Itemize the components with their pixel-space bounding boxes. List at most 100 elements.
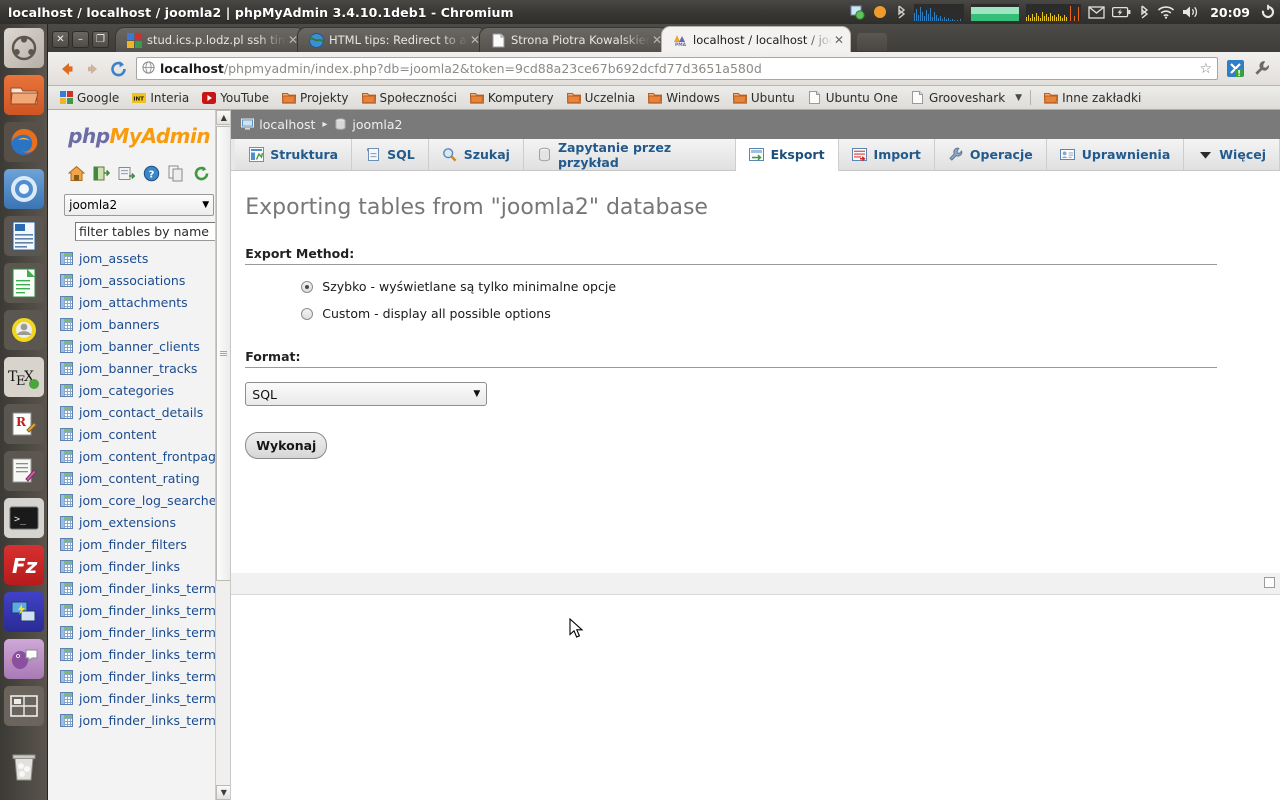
volume-indicator[interactable]: [1182, 0, 1200, 24]
table-list-item[interactable]: jom_assets: [60, 247, 230, 269]
table-list-item[interactable]: jom_finder_links_terms6: [60, 709, 230, 731]
export-method-option-custom[interactable]: Custom - display all possible options: [301, 306, 1256, 321]
tab-wiecej[interactable]: Więcej: [1184, 139, 1280, 170]
table-list-item[interactable]: jom_content_rating: [60, 467, 230, 489]
tab-eksport[interactable]: Eksport: [735, 139, 839, 171]
page-info-icon[interactable]: [142, 60, 155, 77]
radio-quick[interactable]: [301, 280, 314, 293]
bookmark-projekty[interactable]: Projekty: [277, 90, 354, 106]
close-tab-icon[interactable]: ✕: [832, 33, 846, 47]
phpmyadmin-logo[interactable]: phpMyAdmin: [48, 110, 230, 150]
terminal-icon[interactable]: >_: [3, 498, 44, 538]
chromium-icon[interactable]: [3, 169, 44, 209]
table-list-item[interactable]: jom_finder_links_terms3: [60, 643, 230, 665]
table-list-item[interactable]: jom_finder_links_terms1: [60, 599, 230, 621]
files-icon[interactable]: [3, 75, 44, 115]
minimize-window-button[interactable]: –: [72, 31, 89, 48]
browser-tab-0[interactable]: stud.ics.p.lodz.pl ssh timeo ✕: [115, 27, 305, 52]
bookmark-uczelnia[interactable]: Uczelnia: [562, 90, 641, 106]
reload-button[interactable]: [106, 56, 132, 82]
bookmark-windows[interactable]: Windows: [643, 90, 725, 106]
browser-tab-1[interactable]: HTML tips: Redirect to a n ✕: [297, 27, 487, 52]
table-list-item[interactable]: jom_attachments: [60, 291, 230, 313]
table-list-item[interactable]: jom_banner_clients: [60, 335, 230, 357]
table-list-item[interactable]: jom_extensions: [60, 511, 230, 533]
table-list-item[interactable]: jom_finder_links_terms0: [60, 577, 230, 599]
forward-button[interactable]: [80, 56, 106, 82]
firefox-icon[interactable]: [3, 122, 44, 162]
breadcrumb-database[interactable]: joomla2: [352, 117, 402, 132]
table-list-item[interactable]: jom_finder_links_terms4: [60, 665, 230, 687]
table-list-item[interactable]: jom_finder_links_terms2: [60, 621, 230, 643]
remote-desktop-icon[interactable]: [3, 592, 44, 632]
brightness-indicator[interactable]: [872, 0, 888, 24]
table-list-item[interactable]: jom_categories: [60, 379, 230, 401]
browser-tab-3[interactable]: PMA localhost / localhost / joom ✕: [661, 26, 851, 52]
sync-indicator[interactable]: [849, 0, 865, 24]
table-list-item[interactable]: jom_banner_tracks: [60, 357, 230, 379]
wifi-indicator[interactable]: [1157, 0, 1175, 24]
home-icon[interactable]: [68, 164, 86, 182]
table-list-item[interactable]: jom_finder_links_terms5: [60, 687, 230, 709]
table-list-item[interactable]: jom_banners: [60, 313, 230, 335]
session-indicator[interactable]: [1260, 0, 1276, 24]
help-icon[interactable]: ?: [143, 164, 161, 182]
libreoffice-writer-icon[interactable]: [3, 216, 44, 256]
libreoffice-calc-icon[interactable]: [3, 263, 44, 303]
bookmark-interia[interactable]: INT Interia: [127, 90, 194, 106]
pidgin-icon[interactable]: [3, 639, 44, 679]
wrench-menu-icon[interactable]: [1248, 56, 1274, 82]
navigation-scrollbar[interactable]: ▲ ▼: [215, 110, 231, 800]
workspace-switcher-icon[interactable]: [3, 686, 44, 726]
bookmark-ubuntu-one[interactable]: Ubuntu One: [803, 90, 903, 106]
tab-uprawnienia[interactable]: Uprawnienia: [1046, 139, 1185, 170]
go-button[interactable]: Wykonaj: [245, 432, 328, 459]
new-tab-button[interactable]: [857, 33, 887, 51]
radio-custom[interactable]: [301, 307, 314, 320]
bookmark-other-bookmarks[interactable]: Inne zakładki: [1039, 90, 1146, 106]
cpu-graph-indicator[interactable]: [1026, 0, 1082, 24]
notes-icon[interactable]: R: [3, 404, 44, 444]
messaging-indicator[interactable]: [1088, 0, 1105, 24]
bookmark-star-icon[interactable]: ☆: [1199, 61, 1212, 77]
back-button[interactable]: [54, 56, 80, 82]
database-select[interactable]: joomla2 ▼: [64, 194, 215, 216]
ubuntu-software-center-icon[interactable]: [3, 310, 44, 350]
table-list-item[interactable]: jom_content_frontpage: [60, 445, 230, 467]
ubuntu-dash-icon[interactable]: [3, 28, 44, 68]
tab-sql[interactable]: SQL: [352, 139, 429, 170]
table-list-item[interactable]: jom_core_log_searches: [60, 489, 230, 511]
extension-icon[interactable]: !: [1222, 56, 1248, 82]
clock[interactable]: 20:09: [1207, 5, 1253, 20]
tab-import[interactable]: Import: [838, 139, 935, 170]
bookmark-ubuntu[interactable]: Ubuntu: [728, 90, 800, 106]
bookmark-spolecznosci[interactable]: Społeczności: [357, 90, 462, 106]
trash-icon[interactable]: [4, 747, 44, 787]
table-filter-input[interactable]: filter tables by name: [75, 222, 216, 241]
filezilla-icon[interactable]: Fz: [3, 545, 44, 585]
address-bar[interactable]: localhost/phpmyadmin/index.php?db=joomla…: [136, 57, 1218, 80]
table-list-item[interactable]: jom_content: [60, 423, 230, 445]
battery-indicator[interactable]: [1112, 0, 1131, 24]
memory-graph-indicator[interactable]: [971, 0, 1020, 24]
close-window-button[interactable]: ✕: [52, 31, 69, 48]
tab-szukaj[interactable]: Szukaj: [428, 139, 524, 170]
tab-struktura[interactable]: Struktura: [235, 139, 353, 170]
scrollbar-thumb[interactable]: [216, 126, 231, 581]
export-method-option-quick[interactable]: Szybko - wyświetlane są tylko minimalne …: [301, 279, 1256, 294]
table-list-item[interactable]: jom_associations: [60, 269, 230, 291]
scroll-up-arrow-icon[interactable]: ▲: [216, 110, 231, 125]
scroll-down-arrow-icon[interactable]: ▼: [216, 785, 231, 800]
text-editor-icon[interactable]: [3, 451, 44, 491]
format-select[interactable]: SQL ▼: [245, 382, 488, 406]
table-list-item[interactable]: jom_finder_links: [60, 555, 230, 577]
bookmarks-overflow-chevron-down-icon[interactable]: ▼: [1015, 93, 1022, 103]
resize-grip[interactable]: [1264, 577, 1275, 588]
copy-icon[interactable]: [168, 164, 186, 182]
bookmark-komputery[interactable]: Komputery: [465, 90, 559, 106]
network-graph-indicator[interactable]: [914, 0, 965, 24]
bluetooth-indicator[interactable]: [895, 0, 907, 24]
reload-icon[interactable]: [193, 164, 211, 182]
tab-operacje[interactable]: Operacje: [934, 139, 1047, 170]
browser-tab-2[interactable]: Strona Piotra Kowalskiego ✕: [479, 27, 669, 52]
